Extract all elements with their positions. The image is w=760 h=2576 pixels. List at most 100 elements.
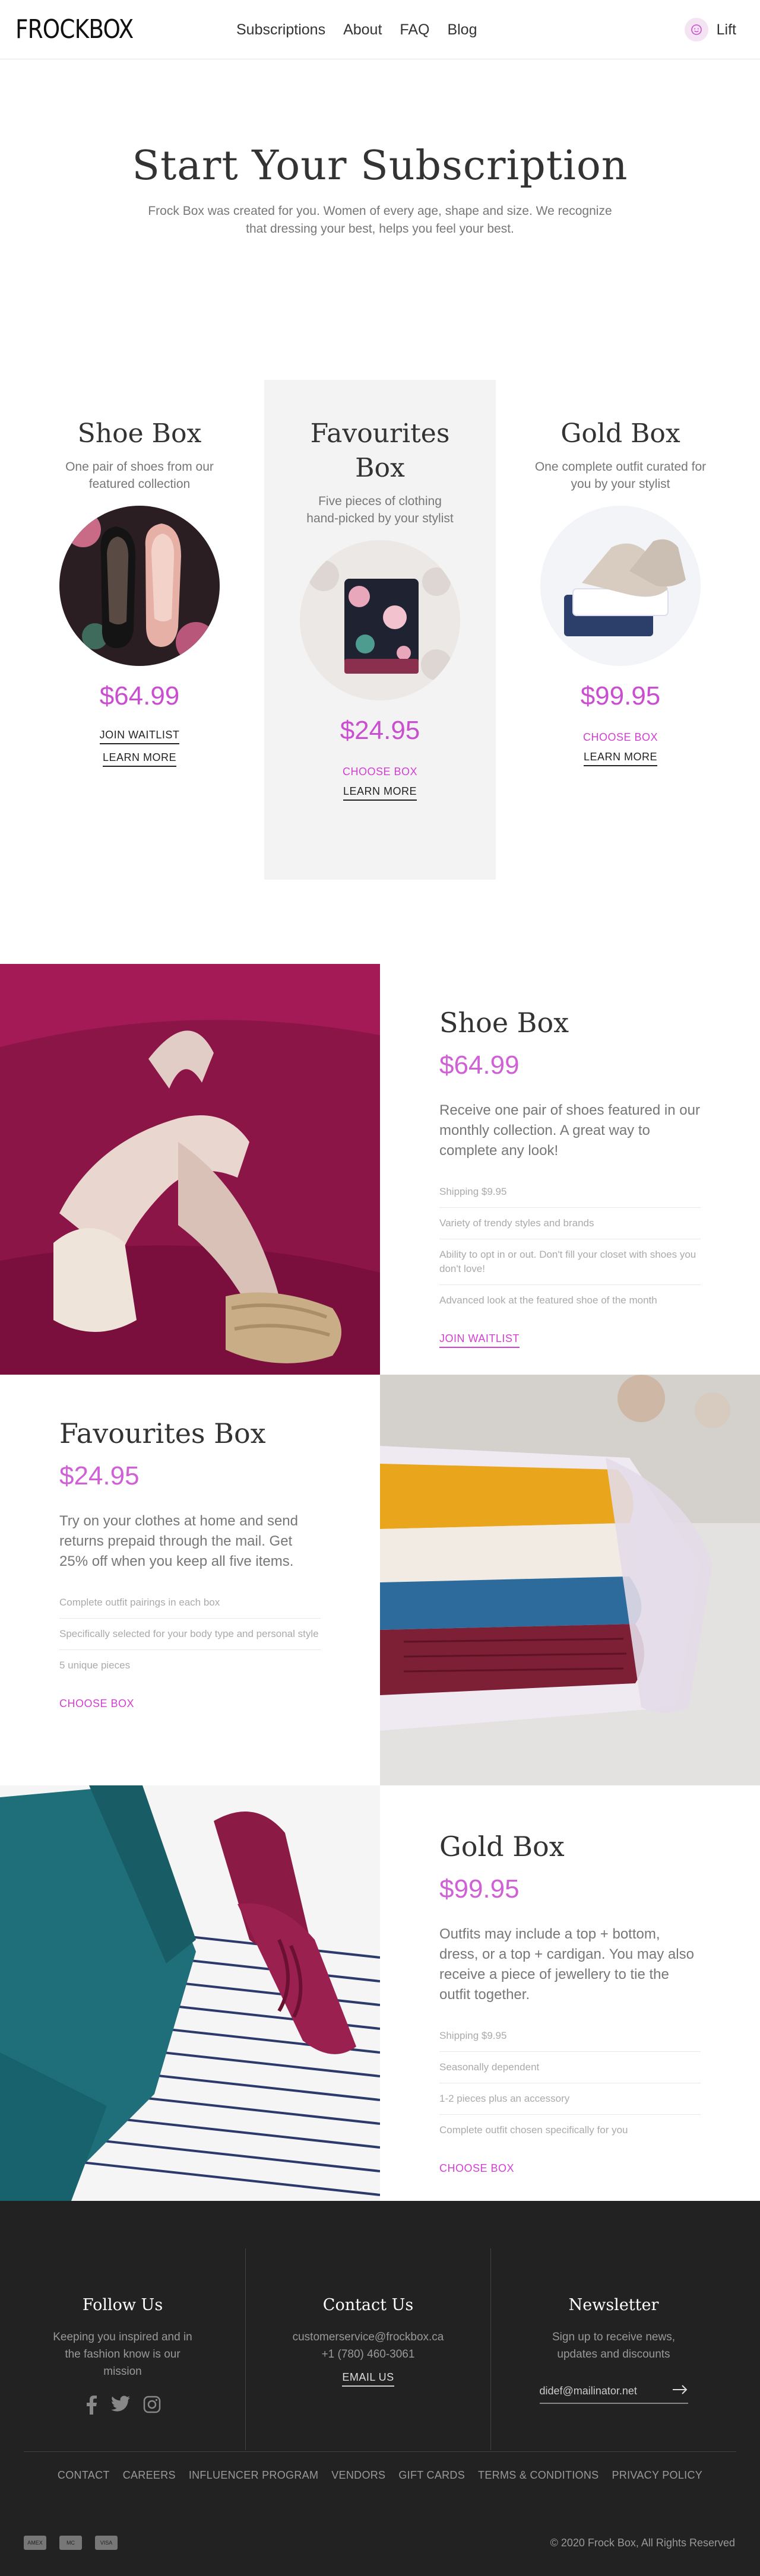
footer-link-influencer[interactable]: INFLUENCER PROGRAM [189,2469,318,2482]
facebook-icon[interactable] [85,2396,98,2418]
account-menu[interactable]: Lift [684,0,736,59]
card-description: One pair of shoes from our featured coll… [65,460,214,491]
visa-icon: VISA [95,2536,118,2550]
newsletter-email-value: didef@mailinator.net [539,2385,637,2397]
card-price: $64.99 [99,681,180,710]
contact-email[interactable]: customerservice@frockbox.ca [293,2331,444,2343]
detail-title: Gold Box [439,1831,565,1863]
feature-list: Shipping $9.95 Variety of trendy styles … [439,1176,701,1316]
footer-columns: Follow Us Keeping you inspired and in th… [0,2248,760,2450]
footer-link-contact[interactable]: CONTACT [58,2469,110,2482]
detail-title: Favourites Box [59,1417,266,1449]
feature-item: Seasonally dependent [439,2052,701,2083]
learn-more-button[interactable]: LEARN MORE [102,751,177,767]
footer-link-terms[interactable]: TERMS & CONDITIONS [478,2469,598,2482]
feature-item: Shipping $9.95 [439,1176,701,1208]
nav-blog[interactable]: Blog [447,21,477,39]
site-header: FROCKBOX Subscriptions About FAQ Blog Li… [0,0,760,59]
footer-link-careers[interactable]: CAREERS [123,2469,176,2482]
detail-lead: Try on your clothes at home and send ret… [59,1513,298,1569]
payment-methods: AMEX MC VISA [24,2536,118,2550]
social-links [0,2396,245,2418]
detail-gold-box: Gold Box $99.95 Outfits may include a to… [0,1785,760,2201]
learn-more-button[interactable]: LEARN MORE [583,751,658,766]
logo[interactable]: FROCKBOX [15,14,134,45]
page-title: Start Your Subscription [132,142,628,189]
hero-section: Start Your Subscription Frock Box was cr… [0,59,760,380]
footer-link-gift-cards[interactable]: GIFT CARDS [398,2469,465,2482]
favourites-box-details: Favourites Box $24.95 Try on your clothe… [0,1375,380,1785]
feature-item: Shipping $9.95 [439,2020,701,2052]
join-waitlist-button[interactable]: JOIN WAITLIST [99,729,180,744]
footer-link-vendors[interactable]: VENDORS [331,2469,385,2482]
shoe-box-details: Shoe Box $64.99 Receive one pair of shoe… [380,964,760,1375]
footer-text: Keeping you inspired and in the fashion … [53,2331,192,2378]
footer-links: CONTACT CAREERS INFLUENCER PROGRAM VENDO… [0,2469,760,2482]
favourites-box-photo [380,1375,760,1785]
shoe-box-photo [0,964,380,1375]
main-nav: Subscriptions About FAQ Blog [236,0,477,59]
detail-favourites-box: Favourites Box $24.95 Try on your clothe… [0,1375,760,1785]
footer-link-privacy[interactable]: PRIVACY POLICY [612,2469,702,2482]
nav-about[interactable]: About [343,21,382,39]
footer-contact: Contact Us customerservice@frockbox.ca +… [245,2248,491,2450]
copyright: © 2020 Frock Box, All Rights Reserved [550,2537,735,2549]
card-description: Five pieces of clothing hand-picked by y… [306,494,454,525]
email-us-button[interactable]: EMAIL US [342,2371,394,2387]
favourites-box-image [300,540,460,700]
arrow-right-icon[interactable] [672,2384,688,2398]
card-price: $99.95 [580,681,661,710]
feature-item: Ability to opt in or out. Don't fill you… [439,1239,701,1285]
twitter-icon[interactable] [110,2396,130,2418]
card-title: Shoe Box [77,418,202,449]
footer-follow: Follow Us Keeping you inspired and in th… [0,2248,245,2450]
feature-item: Advanced look at the featured shoe of th… [439,1295,657,1306]
feature-item: Specifically selected for your body type… [59,1619,321,1650]
choose-box-button[interactable]: CHOOSE BOX [583,731,658,744]
account-label: Lift [716,21,736,38]
card-shoe-box: Shoe Box One pair of shoes from our feat… [24,380,255,767]
detail-price: $64.99 [439,1051,520,1080]
card-price: $24.95 [340,716,420,745]
join-waitlist-button[interactable]: JOIN WAITLIST [439,1333,520,1348]
choose-box-button[interactable]: CHOOSE BOX [59,1698,134,1710]
learn-more-button[interactable]: LEARN MORE [343,785,417,801]
newsletter-email-input[interactable]: didef@mailinator.net [539,2384,688,2404]
gold-box-photo [0,1785,380,2201]
feature-item: Variety of trendy styles and brands [439,1208,701,1239]
gold-box-details: Gold Box $99.95 Outfits may include a to… [380,1785,760,2201]
footer-heading: Contact Us [322,2296,414,2314]
choose-box-button[interactable]: CHOOSE BOX [343,766,417,778]
card-title: Gold Box [560,418,680,449]
nav-subscriptions[interactable]: Subscriptions [236,21,325,39]
card-title: Favourites Box [310,418,450,483]
mastercard-icon: MC [59,2536,82,2550]
detail-price: $24.95 [59,1461,140,1490]
shoe-box-image [59,506,220,666]
site-footer: Follow Us Keeping you inspired and in th… [0,2201,760,2576]
instagram-icon[interactable] [143,2396,161,2418]
card-favourites-box: Favourites Box Five pieces of clothing h… [264,380,496,880]
detail-price: $99.95 [439,1874,520,1904]
box-options: Shoe Box One pair of shoes from our feat… [0,380,760,964]
card-description: One complete outfit curated for you by y… [534,460,707,491]
detail-shoe-box: Shoe Box $64.99 Receive one pair of shoe… [0,964,760,1375]
footer-heading: Newsletter [568,2296,659,2314]
nav-faq[interactable]: FAQ [400,21,429,39]
choose-box-button[interactable]: CHOOSE BOX [439,2162,514,2175]
detail-title: Shoe Box [439,1007,569,1039]
feature-list: Complete outfit pairings in each box Spe… [59,1587,321,1681]
contact-phone[interactable]: +1 (780) 460-3061 [322,2348,415,2361]
footer-divider [24,2451,736,2452]
page-subtitle: Frock Box was created for you. Women of … [148,204,612,236]
feature-item: 1-2 pieces plus an accessory [439,2083,701,2115]
feature-item: Complete outfit chosen specifically for … [439,2124,628,2136]
card-gold-box: Gold Box One complete outfit curated for… [505,380,736,766]
feature-item: 5 unique pieces [59,1660,131,1671]
feature-item: Complete outfit pairings in each box [59,1587,321,1619]
footer-heading: Follow Us [82,2296,163,2314]
footer-text: Sign up to receive news, updates and dis… [552,2331,675,2361]
gold-box-image [540,506,701,666]
detail-lead: Outfits may include a top + bottom, dres… [439,1926,694,2003]
user-icon [684,18,708,42]
